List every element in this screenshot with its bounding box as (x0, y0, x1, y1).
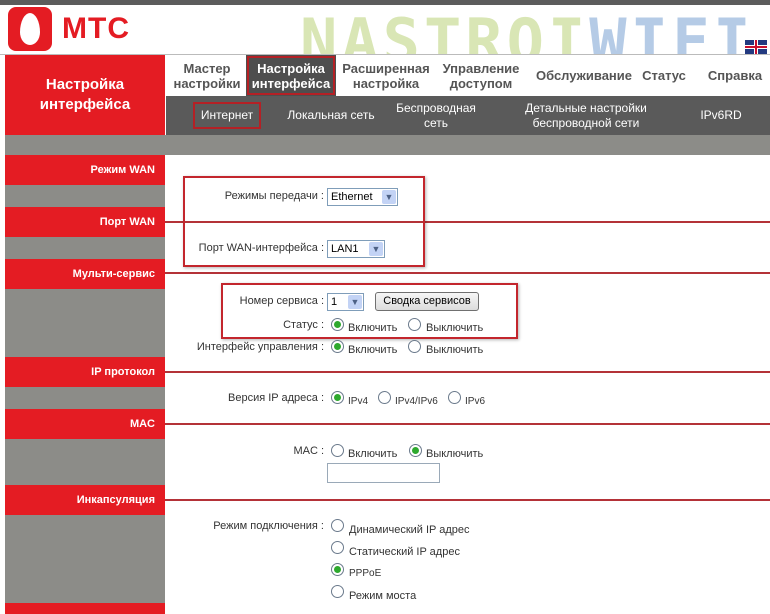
dynamic-ip-label: Динамический IP адрес (349, 524, 470, 536)
sidebar-mac: MAC (5, 409, 165, 439)
main-nav: Мастер настройки Настройка интерфейса Ра… (166, 55, 770, 96)
tab-advanced[interactable]: Расширенная настройка (338, 55, 434, 96)
divider (165, 423, 770, 425)
divider (165, 272, 770, 274)
tab-access-management[interactable]: Управление доступом (436, 55, 526, 96)
mgmt-disable-label: Выключить (426, 344, 484, 356)
ipv4-label: IPv4 (348, 396, 369, 407)
pppoe-radio[interactable] (331, 563, 344, 576)
mgmt-disable-radio[interactable] (408, 340, 421, 353)
sidebar-next-section (5, 603, 165, 614)
sidebar-encapsulation: Инкапсуляция (5, 485, 165, 515)
ipv6-label: IPv6 (465, 396, 486, 407)
connection-mode-label: Режим подключения : (213, 520, 324, 532)
mgmt-enable-label: Включить (348, 344, 398, 356)
mgmt-interface-label: Интерфейс управления : (196, 341, 324, 353)
tab-status[interactable]: Статус (638, 55, 690, 96)
static-ip-label: Статический IP адрес (349, 546, 460, 558)
ipv4-ipv6-label: IPv4/IPv6 (395, 396, 438, 407)
gray-strip (5, 135, 770, 155)
subtab-wireless[interactable]: Беспроводная сеть (386, 96, 486, 135)
egg-logo-icon (8, 7, 52, 51)
static-ip-radio[interactable] (331, 541, 344, 554)
tab-wizard[interactable]: Мастер настройки (170, 55, 244, 96)
bridge-mode-label: Режим моста (349, 590, 417, 602)
mac-address-input[interactable] (327, 463, 440, 483)
mac-enable-label: Включить (348, 448, 398, 460)
divider (165, 371, 770, 373)
mac-disable-radio[interactable] (409, 444, 422, 457)
sidebar-multi-service: Мульти-сервис (5, 259, 165, 289)
mac-enable-radio[interactable] (331, 444, 344, 457)
sub-nav: Интернет Локальная сеть Беспроводная сет… (166, 96, 770, 135)
highlight-box-service (221, 283, 518, 339)
tab-maintenance[interactable]: Обслуживание (530, 55, 638, 96)
uk-flag-icon[interactable] (745, 40, 767, 54)
mgmt-enable-radio[interactable] (331, 340, 344, 353)
sidebar-wan-mode: Режим WAN (5, 155, 165, 185)
bridge-mode-radio[interactable] (331, 585, 344, 598)
subtab-internet[interactable]: Интернет (186, 96, 268, 135)
divider (165, 499, 770, 501)
highlight-box-wan (183, 176, 425, 267)
ip-version-label: Версия IP адреса : (228, 392, 324, 404)
pppoe-label: PPPoE (349, 568, 382, 579)
header: МТС NASTROIWIFI.ru (0, 5, 770, 78)
section-title: Настройка интерфейса (5, 55, 165, 135)
subtab-lan[interactable]: Локальная сеть (286, 96, 376, 135)
ipv6-radio[interactable] (448, 391, 461, 404)
subtab-ipv6rd[interactable]: IPv6RD (691, 96, 751, 135)
sidebar-ip-protocol: IP протокол (5, 357, 165, 387)
ipv4-ipv6-radio[interactable] (378, 391, 391, 404)
sidebar-wan-port: Порт WAN (5, 207, 165, 237)
mac-disable-label: Выключить (426, 448, 484, 460)
tab-help[interactable]: Справка (702, 55, 768, 96)
mac-label: MAC : (293, 445, 324, 457)
ipv4-radio[interactable] (331, 391, 344, 404)
tab-interface-setup[interactable]: Настройка интерфейса (246, 55, 336, 96)
logo-text: МТС (62, 12, 130, 45)
dynamic-ip-radio[interactable] (331, 519, 344, 532)
mts-logo[interactable]: МТС (8, 7, 130, 51)
subtab-wireless-advanced[interactable]: Детальные настройки беспроводной сети (516, 96, 656, 135)
